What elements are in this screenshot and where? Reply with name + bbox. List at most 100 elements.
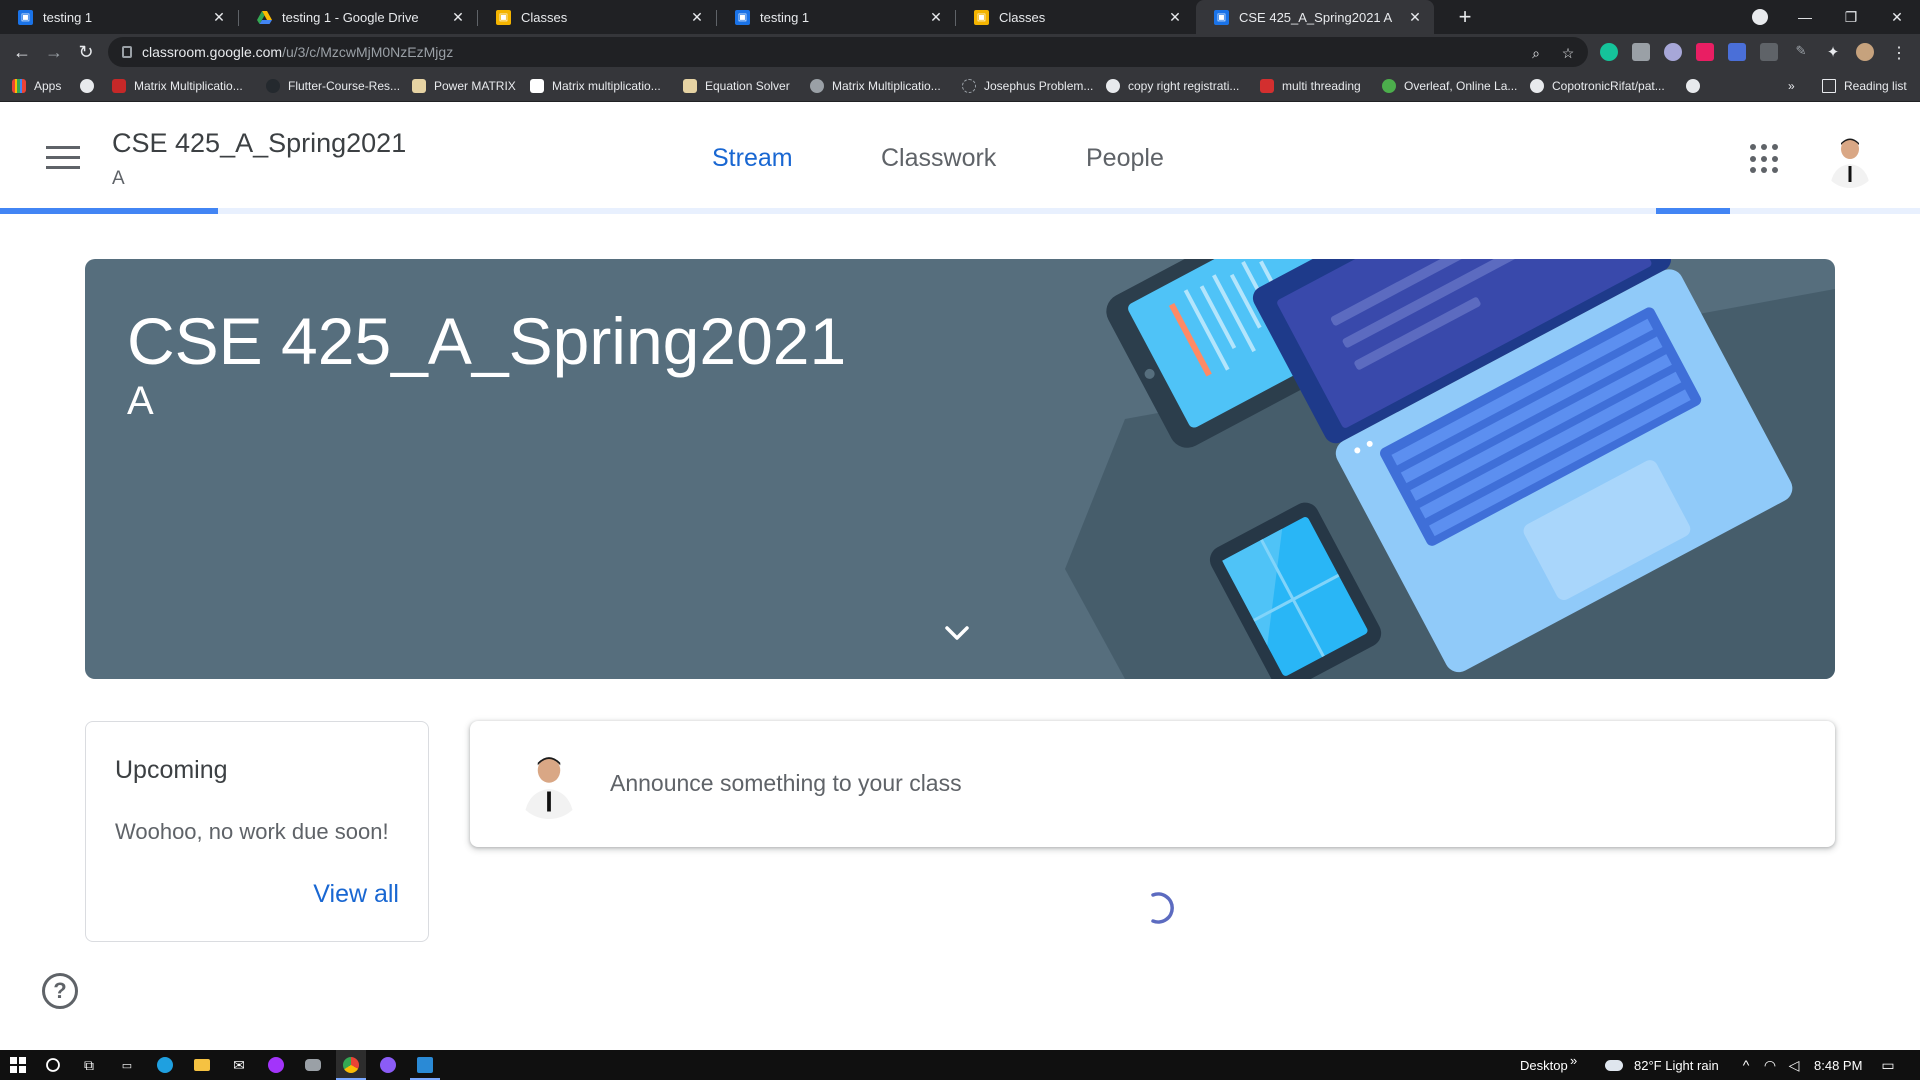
google-apps-icon[interactable] — [1750, 144, 1780, 174]
progress-fill — [0, 208, 218, 214]
bookmark-item[interactable]: Matrix Multiplicatio... — [112, 77, 243, 95]
mail-icon[interactable]: ✉ — [229, 1055, 249, 1075]
browser-tab[interactable]: ▣ testing 1 ✕ — [0, 0, 239, 34]
loading-icon — [962, 79, 976, 93]
bookmark-item[interactable]: Matrix multiplicatio... — [530, 77, 661, 95]
weather-cloud-icon[interactable] — [1604, 1055, 1624, 1075]
game-icon[interactable] — [303, 1055, 323, 1075]
avatar[interactable] — [1822, 132, 1878, 188]
tab-search-icon[interactable] — [1752, 9, 1768, 25]
bookmark-apps[interactable]: Apps — [12, 77, 61, 95]
bookmarks-bar: Apps Matrix Multiplicatio... Flutter-Cou… — [0, 70, 1920, 102]
close-icon[interactable]: ✕ — [927, 9, 945, 26]
clock-time[interactable]: 8:48 PM — [1814, 1058, 1862, 1073]
announce-placeholder[interactable]: Announce something to your class — [610, 770, 962, 797]
site-icon — [412, 79, 426, 93]
tab-stream[interactable]: Stream — [712, 144, 793, 173]
bookmark-item[interactable] — [80, 77, 102, 95]
file-explorer-icon[interactable] — [192, 1055, 212, 1075]
browser-tab[interactable]: ▣ testing 1 ✕ — [717, 0, 956, 34]
chrome-menu-icon[interactable]: ⋮ — [1890, 43, 1908, 62]
close-icon[interactable]: ✕ — [210, 9, 228, 26]
bookmark-label: multi threading — [1282, 79, 1361, 93]
chevron-down-icon[interactable] — [942, 623, 972, 643]
notifications-icon[interactable]: ▭ — [1878, 1055, 1898, 1075]
maximize-icon[interactable]: ❐ — [1828, 0, 1874, 34]
wifi-icon[interactable]: ◠ — [1760, 1055, 1780, 1075]
class-banner: CSE 425_A_Spring2021 A — [85, 259, 1835, 679]
bookmark-label: Matrix Multiplicatio... — [134, 79, 243, 93]
desktop-toolbar-chevron[interactable]: » — [1570, 1053, 1577, 1068]
header-class-name[interactable]: CSE 425_A_Spring2021 — [112, 128, 406, 159]
reading-list[interactable]: Reading list — [1822, 77, 1907, 95]
main-menu-icon[interactable] — [46, 146, 80, 170]
grammarly-extension-icon[interactable] — [1600, 43, 1618, 61]
progress-fill — [1656, 208, 1730, 214]
bookmark-item[interactable]: CopotronicRifat/pat... — [1530, 77, 1665, 95]
announce-box[interactable]: Announce something to your class — [470, 721, 1835, 847]
forward-icon[interactable]: → — [40, 38, 68, 66]
extension-icon[interactable] — [1760, 43, 1778, 61]
tab-classwork[interactable]: Classwork — [881, 144, 996, 173]
window-close-icon[interactable]: ✕ — [1874, 0, 1920, 34]
browser-tab[interactable]: ▣ Classes ✕ — [956, 0, 1194, 34]
desktop-toolbar-label[interactable]: Desktop — [1520, 1058, 1568, 1073]
reading-list-icon — [1822, 79, 1836, 93]
terminal-icon[interactable]: ▭ — [117, 1055, 137, 1075]
url-host: classroom.google.com — [142, 44, 283, 60]
camera-extension-icon[interactable] — [1632, 43, 1650, 61]
pen-extension-icon[interactable]: ✎ — [1792, 43, 1810, 61]
task-view-icon[interactable]: ⧉ — [79, 1055, 99, 1075]
profile-avatar-icon[interactable] — [1856, 43, 1874, 61]
browser-tab[interactable]: ▣ Classes ✕ — [478, 0, 717, 34]
back-icon[interactable]: ← — [8, 38, 36, 66]
puzzle-extensions-icon[interactable]: ✦ — [1824, 43, 1842, 61]
loading-spinner-icon — [1151, 892, 1174, 924]
apps-grid-icon — [12, 79, 26, 93]
bookmarks-overflow[interactable]: » — [1788, 77, 1795, 95]
edge-icon[interactable] — [155, 1055, 175, 1075]
new-tab-button[interactable]: + — [1452, 4, 1478, 30]
bookmark-item[interactable]: Power MATRIX — [412, 77, 516, 95]
bookmark-item[interactable] — [1686, 77, 1708, 95]
bookmark-star-icon[interactable]: ☆ — [1560, 45, 1576, 61]
download-extension-icon[interactable] — [1728, 43, 1746, 61]
bookmark-label: Power MATRIX — [434, 79, 516, 93]
reload-icon[interactable]: ↻ — [72, 38, 100, 66]
windows-start-icon[interactable] — [8, 1055, 28, 1075]
extension-icon[interactable] — [1664, 43, 1682, 61]
zoom-icon[interactable]: ⌕ — [1528, 45, 1544, 61]
vscode-icon[interactable] — [415, 1055, 435, 1075]
close-icon[interactable]: ✕ — [1166, 9, 1184, 26]
bookmark-item[interactable]: Matrix Multiplicatio... — [810, 77, 941, 95]
address-bar[interactable]: classroom.google.com/u/3/c/MzcwMjM0NzEzM… — [108, 37, 1588, 67]
minimize-icon[interactable]: — — [1782, 0, 1828, 34]
bookmark-item[interactable]: Overleaf, Online La... — [1382, 77, 1517, 95]
app-icon[interactable] — [378, 1055, 398, 1075]
bookmark-item[interactable]: multi threading — [1260, 77, 1361, 95]
search-icon[interactable] — [43, 1055, 63, 1075]
chevron-up-icon[interactable]: ^ — [1736, 1055, 1756, 1075]
bookmark-label: Matrix Multiplicatio... — [832, 79, 941, 93]
tab-title: Classes — [521, 9, 568, 25]
extension-icon[interactable] — [1696, 43, 1714, 61]
bookmark-item[interactable]: Equation Solver — [683, 77, 790, 95]
help-icon[interactable]: ? — [42, 973, 78, 1009]
tab-people[interactable]: People — [1086, 144, 1164, 173]
close-icon[interactable]: ✕ — [1406, 9, 1424, 26]
messenger-icon[interactable] — [266, 1055, 286, 1075]
close-icon[interactable]: ✕ — [688, 9, 706, 26]
bookmark-item[interactable]: Josephus Problem... — [962, 77, 1093, 95]
bookmark-item[interactable]: copy right registrati... — [1106, 77, 1239, 95]
avatar — [514, 749, 584, 819]
globe-icon — [1686, 79, 1700, 93]
browser-tab-active[interactable]: ▣ CSE 425_A_Spring2021 A ✕ — [1196, 0, 1434, 34]
close-icon[interactable]: ✕ — [449, 9, 467, 26]
bookmark-item[interactable]: Flutter-Course-Res... — [266, 77, 400, 95]
browser-tab[interactable]: testing 1 - Google Drive ✕ — [239, 0, 478, 34]
weather-text[interactable]: 82°F Light rain — [1634, 1058, 1719, 1073]
view-all-link[interactable]: View all — [313, 880, 399, 909]
volume-icon[interactable]: ◁ — [1784, 1055, 1804, 1075]
chrome-taskbar-icon[interactable] — [336, 1050, 366, 1080]
bookmark-label: copy right registrati... — [1128, 79, 1240, 93]
